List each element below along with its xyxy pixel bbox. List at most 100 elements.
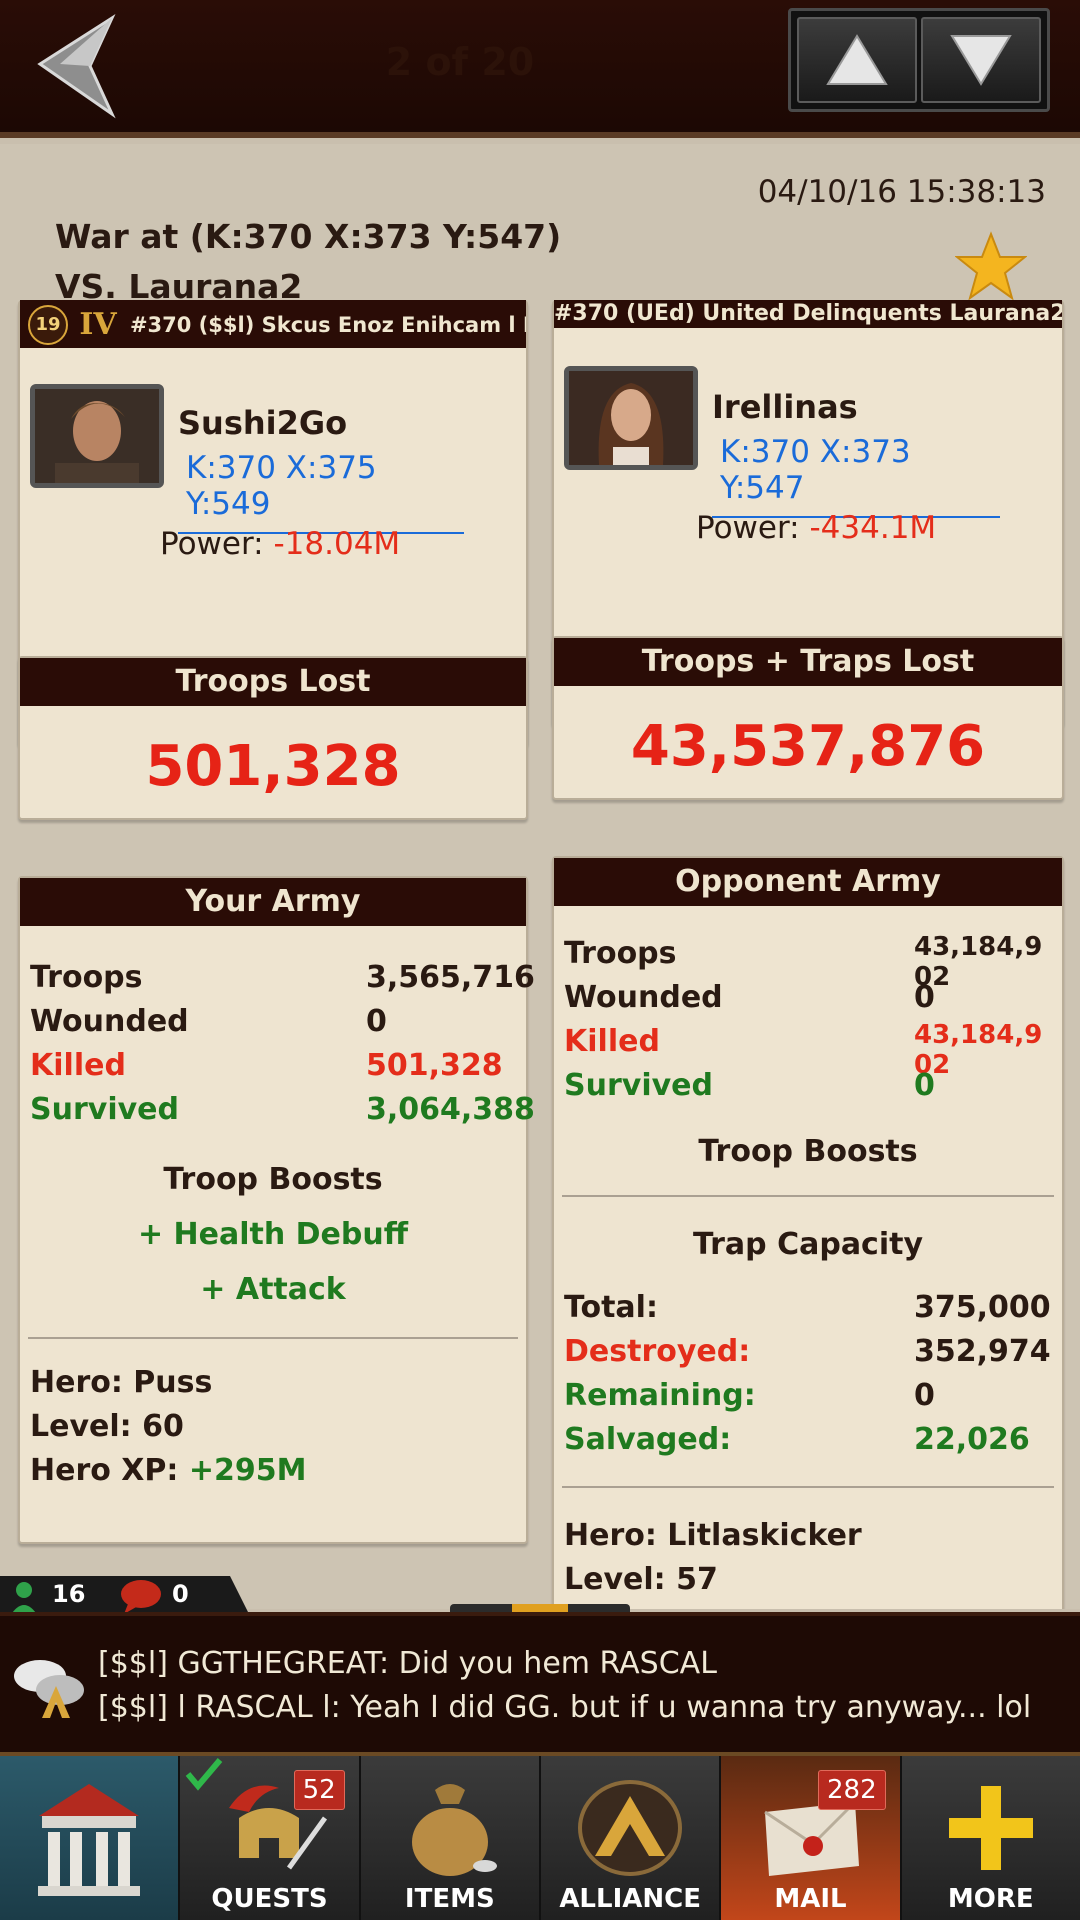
nav-quests-label: QUESTS bbox=[211, 1884, 328, 1914]
arrow-down-icon bbox=[950, 35, 1012, 86]
opponent-hero-level: Level: 57 bbox=[564, 1562, 718, 1597]
nav-more-label: MORE bbox=[947, 1884, 1034, 1914]
chat-message: [$$l] GGTHEGREAT: Did you hem RASCAL bbox=[98, 1646, 717, 1681]
bottom-navigation: 52 QUESTS ITEMS ALLIANCE 282 MAIL MORE bbox=[0, 1752, 1080, 1920]
stat-row-survived: Survived 0 bbox=[564, 1064, 1052, 1108]
active-tab-marker bbox=[512, 1604, 568, 1612]
nav-alliance[interactable]: ALLIANCE bbox=[540, 1756, 722, 1920]
report-title: War at (K:370 X:373 Y:547) VS. Laurana2 bbox=[55, 212, 561, 312]
your-army-title: Your Army bbox=[20, 878, 526, 926]
back-button[interactable] bbox=[30, 13, 130, 120]
opponent-hero-name: Hero: Litlaskicker bbox=[564, 1518, 862, 1553]
opponent-losses-value: 43,537,876 bbox=[630, 714, 986, 779]
your-alliance-name: #370 ($$l) Skcus Enoz Enihcam l RASCAL l bbox=[129, 313, 526, 337]
your-hero-name: Hero: Puss bbox=[30, 1365, 213, 1400]
vip-level: 19 bbox=[35, 314, 61, 335]
report-timestamp: 04/10/16 15:38:13 bbox=[757, 174, 1046, 210]
opponent-power: Power: -434.1M bbox=[696, 510, 936, 546]
your-player-info: Sushi2Go K:370 X:375 Y:549 Power: -18.04… bbox=[20, 348, 526, 562]
page-indicator: 2 of 20 bbox=[385, 40, 535, 84]
stat-value: 0 bbox=[914, 1378, 935, 1413]
stat-value: 0 bbox=[914, 1068, 935, 1103]
trap-row-total: Total: 375,000 bbox=[564, 1286, 1052, 1330]
stat-value: 43,184,902 bbox=[914, 1020, 1043, 1080]
stat-label: Remaining: bbox=[564, 1378, 756, 1413]
report-content[interactable]: 04/10/16 15:38:13 War at (K:370 X:373 Y:… bbox=[0, 144, 1080, 1609]
stat-value: 0 bbox=[914, 980, 935, 1015]
your-hero-portrait bbox=[30, 384, 164, 488]
your-losses-panel: Troops Lost 501,328 bbox=[18, 656, 528, 820]
stat-label: Killed bbox=[564, 1024, 660, 1059]
opponent-player-info: Irellinas K:370 X:373 Y:547 Power: -434.… bbox=[554, 328, 1062, 546]
boost-attack: + Attack bbox=[200, 1272, 346, 1307]
next-report-button[interactable] bbox=[921, 17, 1041, 103]
nav-mail-label: MAIL bbox=[774, 1884, 847, 1914]
quests-badge: 52 bbox=[293, 1770, 345, 1810]
stat-label: Total: bbox=[564, 1290, 658, 1325]
stat-value: 3,064,388 bbox=[366, 1092, 535, 1127]
your-boosts-title: Troop Boosts bbox=[163, 1162, 383, 1197]
hero-xp-value: +295M bbox=[188, 1453, 307, 1488]
opponent-boosts-title: Troop Boosts bbox=[698, 1134, 918, 1169]
your-power: Power: -18.04M bbox=[160, 526, 400, 562]
your-losses-value: 501,328 bbox=[145, 734, 401, 799]
your-hero-level: Level: 60 bbox=[30, 1409, 184, 1444]
plus-icon bbox=[948, 1786, 1033, 1870]
stat-value: 3,565,716 bbox=[366, 960, 535, 995]
trap-capacity-title: Trap Capacity bbox=[692, 1227, 924, 1262]
female-avatar-icon bbox=[569, 371, 693, 465]
nav-items[interactable]: ITEMS bbox=[360, 1756, 541, 1920]
stat-value: 501,328 bbox=[366, 1048, 503, 1083]
opponent-coordinates-link[interactable]: K:370 X:373 Y:547 bbox=[712, 432, 1000, 518]
stat-label: Destroyed: bbox=[564, 1334, 751, 1369]
previous-report-button[interactable] bbox=[797, 17, 917, 103]
top-bar: 2 of 20 bbox=[0, 0, 1080, 138]
opponent-hero-portrait bbox=[564, 366, 698, 470]
mail-badge: 282 bbox=[818, 1770, 886, 1810]
your-army-panel: Your Army Troops 3,565,716 Wounded 0 Kille… bbox=[18, 876, 535, 1544]
nav-more[interactable]: MORE bbox=[901, 1756, 1080, 1920]
your-player-name[interactable]: Sushi2Go bbox=[178, 404, 347, 442]
stat-label: Survived bbox=[30, 1092, 179, 1127]
nav-city[interactable] bbox=[0, 1756, 181, 1920]
vip-badge-icon: 19 bbox=[28, 305, 68, 345]
nav-quests[interactable]: 52 QUESTS bbox=[180, 1756, 361, 1920]
stat-label: Wounded bbox=[30, 1004, 189, 1039]
alliance-icon bbox=[578, 1780, 683, 1876]
hero-xp-label: Hero XP: bbox=[30, 1453, 189, 1488]
power-label: Power: bbox=[160, 526, 274, 562]
opponent-alliance-bar: #370 (UEd) United Delinquents Laurana2 bbox=[554, 300, 1062, 328]
stat-value: 375,000 bbox=[914, 1290, 1051, 1325]
online-status-strip[interactable]: 16 0 bbox=[0, 1576, 250, 1616]
stat-value: 0 bbox=[366, 1004, 387, 1039]
stat-row-troops: Troops 3,565,716 bbox=[30, 956, 535, 1000]
power-value: -18.04M bbox=[273, 526, 401, 562]
message-count: 0 bbox=[172, 1580, 189, 1608]
nav-items-label: ITEMS bbox=[404, 1884, 495, 1914]
your-coordinates-link[interactable]: K:370 X:375 Y:549 bbox=[178, 448, 464, 534]
your-alliance-bar: 19 IV #370 ($$l) Skcus Enoz Enihcam l RA… bbox=[20, 300, 526, 348]
opponent-army-panel: Opponent Army Troops 43,184,902 Wounded 0 … bbox=[552, 856, 1064, 1609]
stat-row-killed: Killed 501,328 bbox=[30, 1044, 516, 1088]
opponent-player-name[interactable]: Irellinas bbox=[712, 388, 858, 426]
opponent-hero-info: Hero: Litlaskicker Level: 57 bbox=[554, 1488, 1062, 1602]
city-icon bbox=[38, 1784, 141, 1896]
opponent-losses-title: Troops + Traps Lost bbox=[554, 638, 1062, 686]
opponent-losses-panel: Troops + Traps Lost 43,537,876 bbox=[552, 636, 1064, 800]
chat-preview[interactable]: [$$l] GGTHEGREAT: Did you hem RASCAL [$$… bbox=[0, 1612, 1080, 1752]
your-army-stats: Troops 3,565,716 Wounded 0 Killed 501,328 S… bbox=[20, 926, 535, 1132]
stat-label: Survived bbox=[564, 1068, 713, 1103]
arrow-up-icon bbox=[826, 34, 888, 85]
boost-health-debuff: + Health Debuff bbox=[137, 1217, 409, 1252]
divider bbox=[562, 1195, 1054, 1197]
chat-message: [$$l] l RASCAL l: Yeah I did GG. but if … bbox=[98, 1690, 1032, 1725]
nav-mail[interactable]: 282 MAIL bbox=[721, 1756, 902, 1920]
stat-label: Troops bbox=[30, 960, 143, 995]
stat-row-wounded: Wounded 0 bbox=[30, 1000, 516, 1044]
opponent-army-title: Opponent Army bbox=[554, 858, 1062, 906]
stat-row-troops: Troops 43,184,902 bbox=[564, 932, 1052, 992]
trap-row-destroyed: Destroyed: 352,974 bbox=[564, 1330, 1052, 1374]
report-navigation bbox=[788, 8, 1050, 112]
bag-icon bbox=[411, 1784, 497, 1876]
favorite-star-icon[interactable] bbox=[955, 230, 1027, 302]
